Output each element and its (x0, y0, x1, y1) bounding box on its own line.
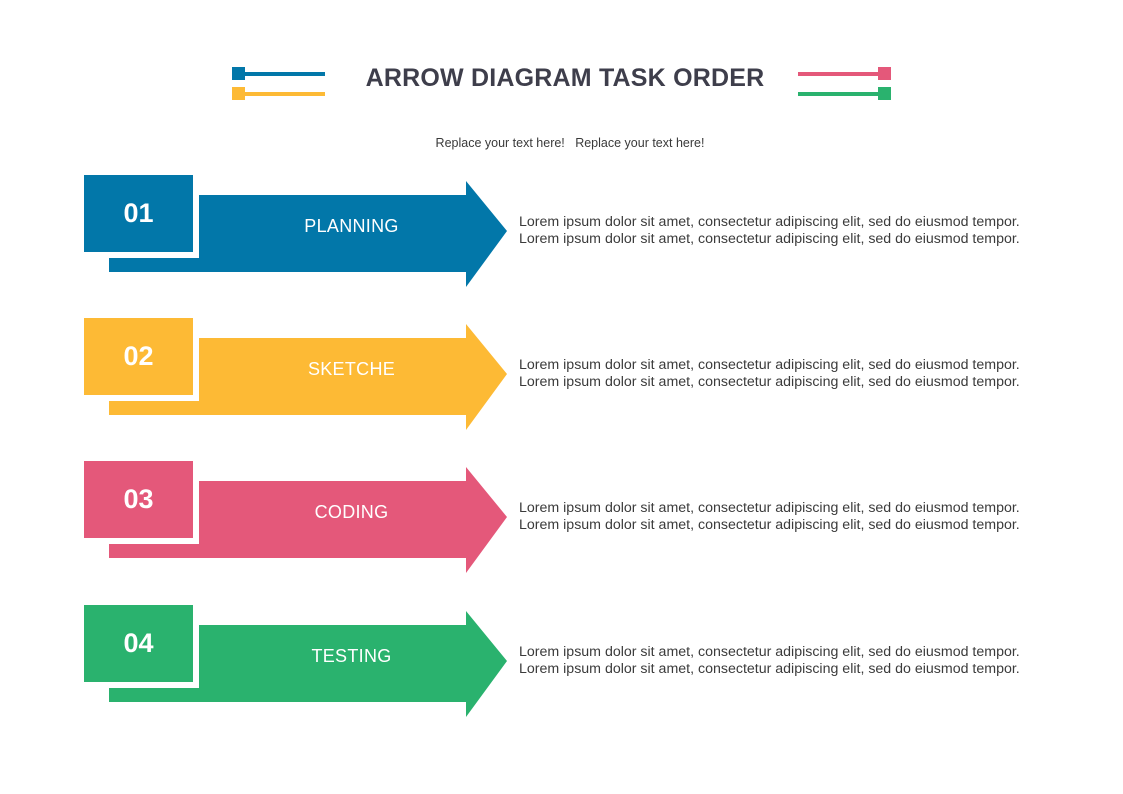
left-decoration-line-2 (242, 92, 325, 96)
step-number: 01 (123, 198, 154, 228)
step-row: 03 CODING Lorem ipsum dolor sit amet, co… (0, 461, 1123, 573)
left-decoration-line-1 (242, 72, 325, 76)
step-description-line: Lorem ipsum dolor sit amet, consectetur … (519, 644, 1020, 660)
left-decoration (232, 67, 327, 102)
right-decoration-line-1 (798, 72, 881, 76)
step-label: SKETCHE (307, 359, 396, 379)
step-row: 04 TESTING Lorem ipsum dolor sit amet, c… (0, 605, 1123, 717)
step-number: 03 (123, 484, 154, 514)
step-description: Lorem ipsum dolor sit amet, consectetur … (519, 500, 1020, 534)
step-label: TESTING (311, 646, 392, 666)
step-description: Lorem ipsum dolor sit amet, consectetur … (519, 644, 1020, 678)
step-description-line: Lorem ipsum dolor sit amet, consectetur … (519, 231, 1020, 247)
step-description-line: Lorem ipsum dolor sit amet, consectetur … (519, 214, 1020, 230)
right-decoration-square-1 (878, 67, 891, 80)
step-description-line: Lorem ipsum dolor sit amet, consectetur … (519, 357, 1020, 373)
right-decoration-square-2 (878, 87, 891, 100)
subtitle: Replace your text here! Replace your tex… (435, 136, 705, 150)
step-row: 02 SKETCHE Lorem ipsum dolor sit amet, c… (0, 318, 1123, 430)
step-number: 04 (123, 628, 154, 658)
step-number: 02 (123, 341, 154, 371)
step-description: Lorem ipsum dolor sit amet, consectetur … (519, 214, 1020, 248)
step-description-line: Lorem ipsum dolor sit amet, consectetur … (519, 374, 1020, 390)
step-description-line: Lorem ipsum dolor sit amet, consectetur … (519, 500, 1020, 516)
step-description-line: Lorem ipsum dolor sit amet, consectetur … (519, 661, 1020, 677)
right-decoration-line-2 (798, 92, 881, 96)
step-description-line: Lorem ipsum dolor sit amet, consectetur … (519, 517, 1020, 533)
page-title: ARROW DIAGRAM TASK ORDER (365, 64, 765, 92)
step-label: PLANNING (304, 216, 399, 236)
step-row: 01 PLANNING Lorem ipsum dolor sit amet, … (0, 175, 1123, 287)
step-label: CODING (314, 502, 389, 522)
right-decoration (798, 67, 893, 102)
step-description: Lorem ipsum dolor sit amet, consectetur … (519, 357, 1020, 391)
